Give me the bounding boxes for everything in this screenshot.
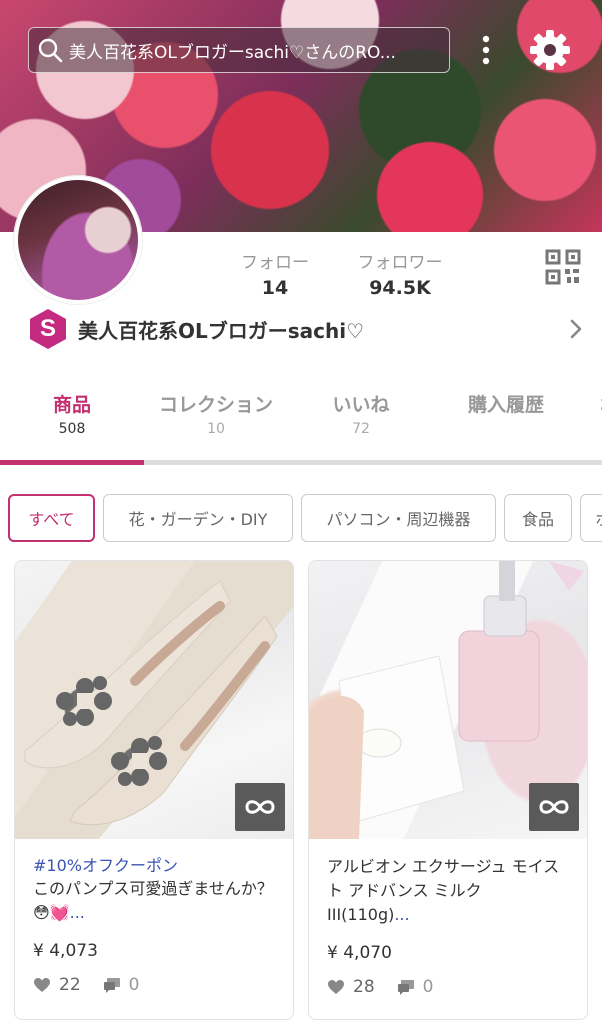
like-count: 28 bbox=[353, 977, 375, 997]
comment-count: 0 bbox=[128, 975, 140, 995]
tab-label: コレクション bbox=[158, 394, 273, 416]
search-bar[interactable]: 美人百花系OLブロガーsachi♡さんのRO... bbox=[28, 27, 450, 73]
follow-count: 14 bbox=[261, 277, 289, 299]
product-card[interactable]: アルビオン エクサージュ モイスト アドバンス ミルク III(110g)...… bbox=[308, 560, 588, 1020]
comment-count: 0 bbox=[422, 977, 434, 997]
tab-label: 購入履歴 bbox=[467, 394, 544, 416]
chevron-right-icon bbox=[570, 319, 582, 339]
tab-label: 商品 bbox=[52, 394, 91, 416]
search-text: 美人百花系OLブロガーsachi♡さんのRO... bbox=[69, 42, 396, 63]
chip-pc-peripherals[interactable]: パソコン・周辺機器 bbox=[301, 494, 496, 542]
gear-icon bbox=[530, 30, 570, 70]
product-image[interactable] bbox=[15, 561, 293, 839]
read-more-link[interactable]: ... bbox=[394, 905, 409, 924]
product-image[interactable] bbox=[309, 561, 587, 839]
like-button[interactable]: 22 bbox=[33, 975, 81, 995]
tab-count: 10 bbox=[207, 421, 225, 437]
qr-code-icon bbox=[545, 249, 581, 285]
tab-label: お bbox=[594, 390, 602, 417]
multiple-images-badge bbox=[529, 783, 579, 831]
tab-count: 72 bbox=[352, 421, 370, 437]
product-description: このパンプス可愛過ぎませんか？😳💓... bbox=[33, 877, 275, 925]
shop-badge-icon: S bbox=[30, 309, 66, 349]
more-options-button[interactable] bbox=[472, 30, 500, 70]
like-count: 22 bbox=[59, 975, 81, 995]
profile-name-row[interactable]: S 美人百花系OLブロガーsachi♡ bbox=[28, 307, 588, 351]
settings-button[interactable] bbox=[527, 27, 573, 73]
infinity-icon bbox=[539, 800, 569, 814]
product-metrics: 22 0 bbox=[33, 975, 275, 995]
tab-label: いいね bbox=[332, 394, 390, 416]
follow-label: フォロー bbox=[241, 253, 309, 273]
follow-stat[interactable]: フォロー 14 bbox=[230, 248, 320, 299]
chip-overflow[interactable]: ホ bbox=[580, 494, 602, 542]
heart-icon bbox=[328, 980, 344, 994]
profile-tabs: 商品 508 コレクション 10 いいね 72 購入履歴 お bbox=[0, 390, 602, 452]
follower-stat[interactable]: フォロワー 94.5K bbox=[345, 248, 455, 299]
tab-purchase-history[interactable]: 購入履歴 bbox=[455, 390, 557, 417]
chip-food[interactable]: 食品 bbox=[504, 494, 572, 542]
follower-label: フォロワー bbox=[357, 253, 443, 273]
tab-count: 508 bbox=[58, 421, 86, 437]
like-button[interactable]: 28 bbox=[327, 977, 375, 997]
tab-products[interactable]: 商品 508 bbox=[30, 390, 114, 437]
heart-icon bbox=[34, 978, 50, 992]
description-text: アルビオン エクサージュ モイスト アドバンス ミルク III(110g) bbox=[327, 857, 560, 924]
vertical-dots-icon bbox=[482, 35, 490, 65]
qr-code-button[interactable] bbox=[545, 249, 581, 285]
comment-button[interactable]: 0 bbox=[103, 975, 140, 995]
comment-icon bbox=[397, 980, 414, 995]
follower-count: 94.5K bbox=[369, 277, 431, 299]
infinity-icon bbox=[245, 800, 275, 814]
product-description: アルビオン エクサージュ モイスト アドバンス ミルク III(110g)... bbox=[327, 855, 569, 927]
tab-active-indicator bbox=[0, 460, 144, 465]
tab-likes[interactable]: いいね 72 bbox=[318, 390, 404, 437]
comment-icon bbox=[103, 978, 120, 993]
search-icon bbox=[38, 38, 63, 63]
profile-name: 美人百花系OLブロガーsachi♡ bbox=[78, 318, 365, 343]
tab-overflow[interactable]: お bbox=[594, 390, 602, 417]
product-metrics: 28 0 bbox=[327, 977, 569, 997]
product-price: ¥ 4,073 bbox=[33, 941, 98, 961]
product-price: ¥ 4,070 bbox=[327, 943, 392, 963]
product-card[interactable]: #10%オフクーポン このパンプス可愛過ぎませんか？😳💓... ¥ 4,073 … bbox=[14, 560, 294, 1020]
multiple-images-badge bbox=[235, 783, 285, 831]
read-more-link[interactable]: ... bbox=[70, 903, 85, 922]
chip-all[interactable]: すべて bbox=[8, 494, 95, 542]
product-hashtag[interactable]: #10%オフクーポン bbox=[33, 855, 275, 877]
category-chips: すべて 花・ガーデン・DIY パソコン・周辺機器 食品 ホ bbox=[8, 494, 602, 542]
tab-collection[interactable]: コレクション 10 bbox=[150, 390, 282, 437]
avatar[interactable] bbox=[14, 176, 142, 304]
comment-button[interactable]: 0 bbox=[397, 977, 434, 997]
chip-garden-diy[interactable]: 花・ガーデン・DIY bbox=[103, 494, 293, 542]
